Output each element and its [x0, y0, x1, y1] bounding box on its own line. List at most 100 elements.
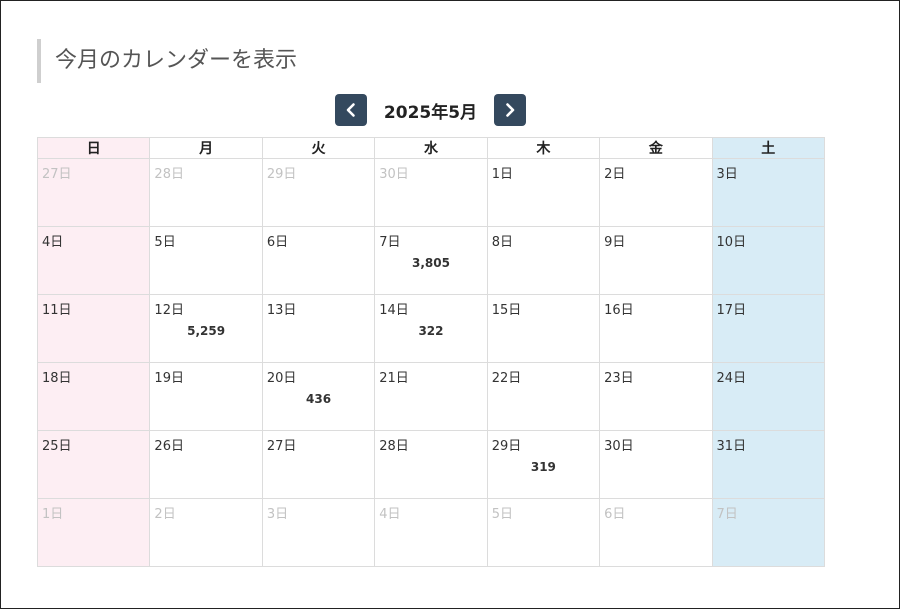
day-number: 30日: [379, 167, 409, 182]
day-number: 16日: [604, 303, 634, 318]
weekday-header-wed: 水: [374, 137, 488, 159]
day-number: 18日: [42, 371, 72, 386]
calendar-grid: 日 月 火 水 木 金 土 27日 28日 29日 30日 1日 2日 3日 4日 5日 6日 7日…: [36, 137, 826, 567]
calendar-day-cell[interactable]: 24日: [711, 362, 826, 431]
day-number: 4日: [379, 507, 401, 522]
day-number: 8日: [491, 235, 513, 250]
weekday-header-thu: 木: [486, 137, 601, 159]
calendar-day-cell[interactable]: 13日: [261, 294, 376, 363]
calendar-day-cell[interactable]: 29日: [261, 158, 376, 227]
day-number: 5日: [154, 235, 176, 250]
calendar-day-cell[interactable]: 6日: [599, 498, 713, 567]
day-count: 319: [530, 460, 556, 474]
day-number: 13日: [266, 303, 297, 318]
calendar-day-cell[interactable]: 18日: [36, 362, 151, 431]
day-count: 436: [306, 392, 332, 406]
day-number: 4日: [42, 235, 64, 250]
day-number: 27日: [42, 167, 72, 182]
day-number: 28日: [154, 167, 184, 182]
calendar-day-cell[interactable]: 8日: [486, 226, 601, 295]
calendar-day-cell[interactable]: 7日: [711, 498, 826, 567]
day-number: 29日: [491, 439, 522, 454]
calendar-day-cell[interactable]: 17日: [711, 294, 826, 363]
day-count: 3,805: [411, 256, 450, 270]
weekday-header-mon: 月: [149, 137, 263, 159]
day-number: 23日: [604, 371, 634, 386]
day-number: 19日: [154, 371, 184, 386]
weekday-header-sun: 日: [36, 137, 151, 159]
calendar-day-cell[interactable]: 15日: [486, 294, 601, 363]
calendar-day-cell[interactable]: 2日: [149, 498, 263, 567]
calendar-day-cell[interactable]: 16日: [599, 294, 713, 363]
calendar-day-cell[interactable]: 23日: [599, 362, 713, 431]
weekday-header-fri: 金: [599, 137, 713, 159]
day-number: 7日: [716, 507, 738, 522]
weekday-header-row: 日 月 火 水 木 金 土: [36, 137, 826, 159]
calendar-day-cell[interactable]: 3日: [711, 158, 826, 227]
calendar-day-cell[interactable]: 1日: [486, 158, 601, 227]
calendar-day-cell[interactable]: 4日: [374, 498, 488, 567]
day-number: 2日: [604, 167, 626, 182]
calendar-day-cell[interactable]: 11日: [36, 294, 151, 363]
calendar-week-row: 1日 2日 3日 4日 5日 6日 7日: [36, 498, 826, 567]
page-title: 今月のカレンダーを表示: [37, 39, 297, 83]
calendar-day-cell[interactable]: 31日: [711, 430, 826, 499]
calendar-week-row: 18日 19日 20日 436 21日 22日 23日 24日: [36, 362, 826, 431]
calendar-day-cell[interactable]: 9日: [599, 226, 713, 295]
day-number: 20日: [266, 371, 297, 386]
day-number: 22日: [491, 371, 522, 386]
day-number: 25日: [42, 439, 72, 454]
calendar-day-cell[interactable]: 5日: [486, 498, 601, 567]
weekday-header-tue: 火: [261, 137, 376, 159]
calendar-day-cell[interactable]: 3日: [261, 498, 376, 567]
day-number: 26日: [154, 439, 184, 454]
calendar-day-cell[interactable]: 25日: [36, 430, 151, 499]
day-number: 31日: [716, 439, 747, 454]
calendar-day-cell[interactable]: 4日: [36, 226, 151, 295]
day-number: 17日: [716, 303, 747, 318]
day-number: 15日: [491, 303, 522, 318]
calendar-day-cell[interactable]: 20日 436: [261, 362, 376, 431]
next-month-button[interactable]: [494, 94, 526, 126]
calendar-day-cell[interactable]: 26日: [149, 430, 263, 499]
day-number: 30日: [604, 439, 634, 454]
calendar-day-cell[interactable]: 28日: [149, 158, 263, 227]
day-number: 24日: [716, 371, 747, 386]
calendar-day-cell[interactable]: 22日: [486, 362, 601, 431]
day-number: 2日: [154, 507, 176, 522]
day-number: 11日: [42, 303, 72, 318]
day-number: 5日: [491, 507, 513, 522]
calendar-day-cell[interactable]: 28日: [374, 430, 488, 499]
chevron-left-icon: [346, 103, 355, 117]
day-number: 9日: [604, 235, 626, 250]
prev-month-button[interactable]: [335, 94, 367, 126]
current-month-label: 2025年5月: [383, 102, 478, 123]
day-number: 10日: [716, 235, 747, 250]
calendar-day-cell[interactable]: 27日: [36, 158, 151, 227]
calendar-day-cell[interactable]: 27日: [261, 430, 376, 499]
calendar-day-cell[interactable]: 6日: [261, 226, 376, 295]
calendar-day-cell[interactable]: 21日: [374, 362, 488, 431]
calendar-day-cell[interactable]: 30日: [374, 158, 488, 227]
calendar-day-cell[interactable]: 2日: [599, 158, 713, 227]
day-number: 7日: [379, 235, 401, 250]
calendar-day-cell[interactable]: 30日: [599, 430, 713, 499]
weekday-header-sat: 土: [711, 137, 826, 159]
day-number: 14日: [379, 303, 409, 318]
day-number: 1日: [491, 167, 513, 182]
calendar-day-cell[interactable]: 10日: [711, 226, 826, 295]
calendar-day-cell[interactable]: 12日 5,259: [149, 294, 263, 363]
day-number: 29日: [266, 167, 297, 182]
day-number: 1日: [42, 507, 64, 522]
day-count: 322: [418, 324, 444, 338]
calendar-week-row: 11日 12日 5,259 13日 14日 322 15日 16日 17日: [36, 294, 826, 363]
calendar-week-row: 27日 28日 29日 30日 1日 2日 3日: [36, 158, 826, 227]
calendar-day-cell[interactable]: 5日: [149, 226, 263, 295]
calendar-day-cell[interactable]: 1日: [36, 498, 151, 567]
calendar-day-cell[interactable]: 29日 319: [486, 430, 601, 499]
chevron-right-icon: [506, 103, 515, 117]
calendar-day-cell[interactable]: 7日 3,805: [374, 226, 488, 295]
day-count: 5,259: [187, 324, 226, 338]
calendar-day-cell[interactable]: 19日: [149, 362, 263, 431]
calendar-day-cell[interactable]: 14日 322: [374, 294, 488, 363]
